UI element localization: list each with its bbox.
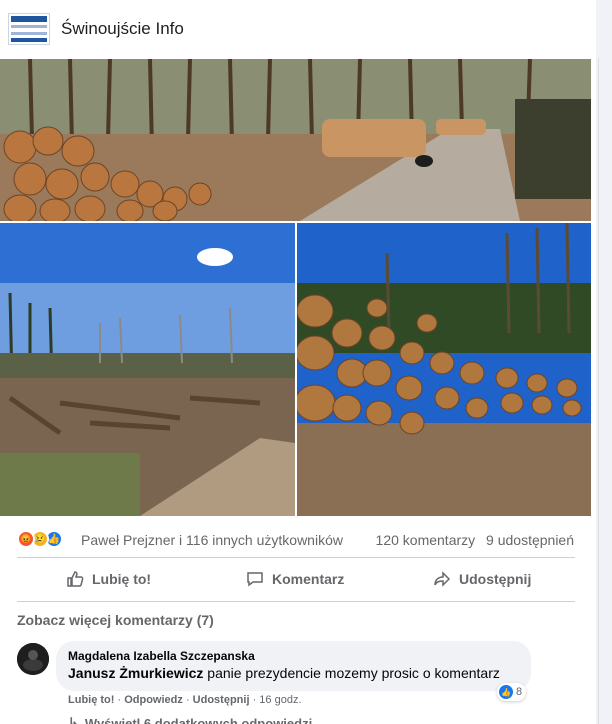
comment-meta: Lubię to! · Odpowiedz · Udostępnij · 16 … <box>68 694 302 706</box>
share-button[interactable]: Udostępnij <box>433 562 531 596</box>
scrollbar[interactable] <box>598 58 612 724</box>
comment-bubble: Magdalena Izabella Szczepanska Janusz Żm… <box>56 641 531 691</box>
post-header: Świnoujście Info <box>0 0 596 58</box>
comment-time[interactable]: 16 godz. <box>259 694 301 706</box>
comment-like-link[interactable]: Lubię to! <box>68 694 114 706</box>
like-button-label: Lubię to! <box>92 571 152 587</box>
reactions-summary[interactable]: Paweł Prejzner i 116 innych użytkowników <box>81 532 343 548</box>
reaction-icons[interactable]: 😡 😢 👍 <box>17 530 75 548</box>
like-reaction-icon: 👍 <box>499 685 513 699</box>
angry-reaction-icon: 😡 <box>17 530 35 548</box>
comments-count[interactable]: 120 komentarzy <box>376 532 476 548</box>
photo-log-pile[interactable] <box>297 223 591 516</box>
divider <box>17 601 575 602</box>
comment-reaction-badge[interactable]: 👍 8 <box>497 683 527 701</box>
post-stats: 120 komentarzy 9 udostępnień <box>376 532 574 548</box>
comment-reaction-count: 8 <box>516 686 523 698</box>
view-replies-label: Wyświetl 6 dodatkowych odpowiedzi <box>84 715 313 724</box>
photo-clearcut-area[interactable] <box>0 223 295 516</box>
divider <box>17 557 575 558</box>
reactions-bar: 😡 😢 👍 Paweł Prejzner i 116 innych użytko… <box>0 522 596 554</box>
comment-body: panie prezydencie mozemy prosic o koment… <box>207 665 500 681</box>
share-arrow-icon <box>434 571 451 587</box>
comment-button[interactable]: Komentarz <box>246 562 344 596</box>
reply-arrow-icon: ↳ <box>68 715 79 724</box>
thumbs-up-icon <box>67 571 84 587</box>
comment-share-link[interactable]: Udostępnij <box>193 694 250 706</box>
view-replies-link[interactable]: ↳ Wyświetl 6 dodatkowych odpowiedzi <box>68 715 312 724</box>
shares-count[interactable]: 9 udostępnień <box>486 532 574 548</box>
more-comments-link[interactable]: Zobacz więcej komentarzy (7) <box>17 612 214 628</box>
comment-button-label: Komentarz <box>272 571 345 587</box>
comment-reply-link[interactable]: Odpowiedz <box>124 694 183 706</box>
photo-logs-along-forest-road[interactable] <box>0 59 591 221</box>
comment-mention[interactable]: Janusz Żmurkiewicz <box>68 665 203 681</box>
page-name[interactable]: Świnoujście Info <box>61 19 184 39</box>
page-logo-icon[interactable] <box>8 13 50 45</box>
comment-text: Janusz Żmurkiewicz panie prezydencie moz… <box>68 665 519 681</box>
comment-author[interactable]: Magdalena Izabella Szczepanska <box>68 649 519 663</box>
avatar[interactable] <box>17 643 49 675</box>
post-card: Świnoujście Info 😡 😢 👍 Paweł Prejzner i … <box>0 0 596 724</box>
share-button-label: Udostępnij <box>459 571 532 587</box>
like-button[interactable]: Lubię to! <box>66 562 151 596</box>
comment-icon <box>247 572 263 587</box>
